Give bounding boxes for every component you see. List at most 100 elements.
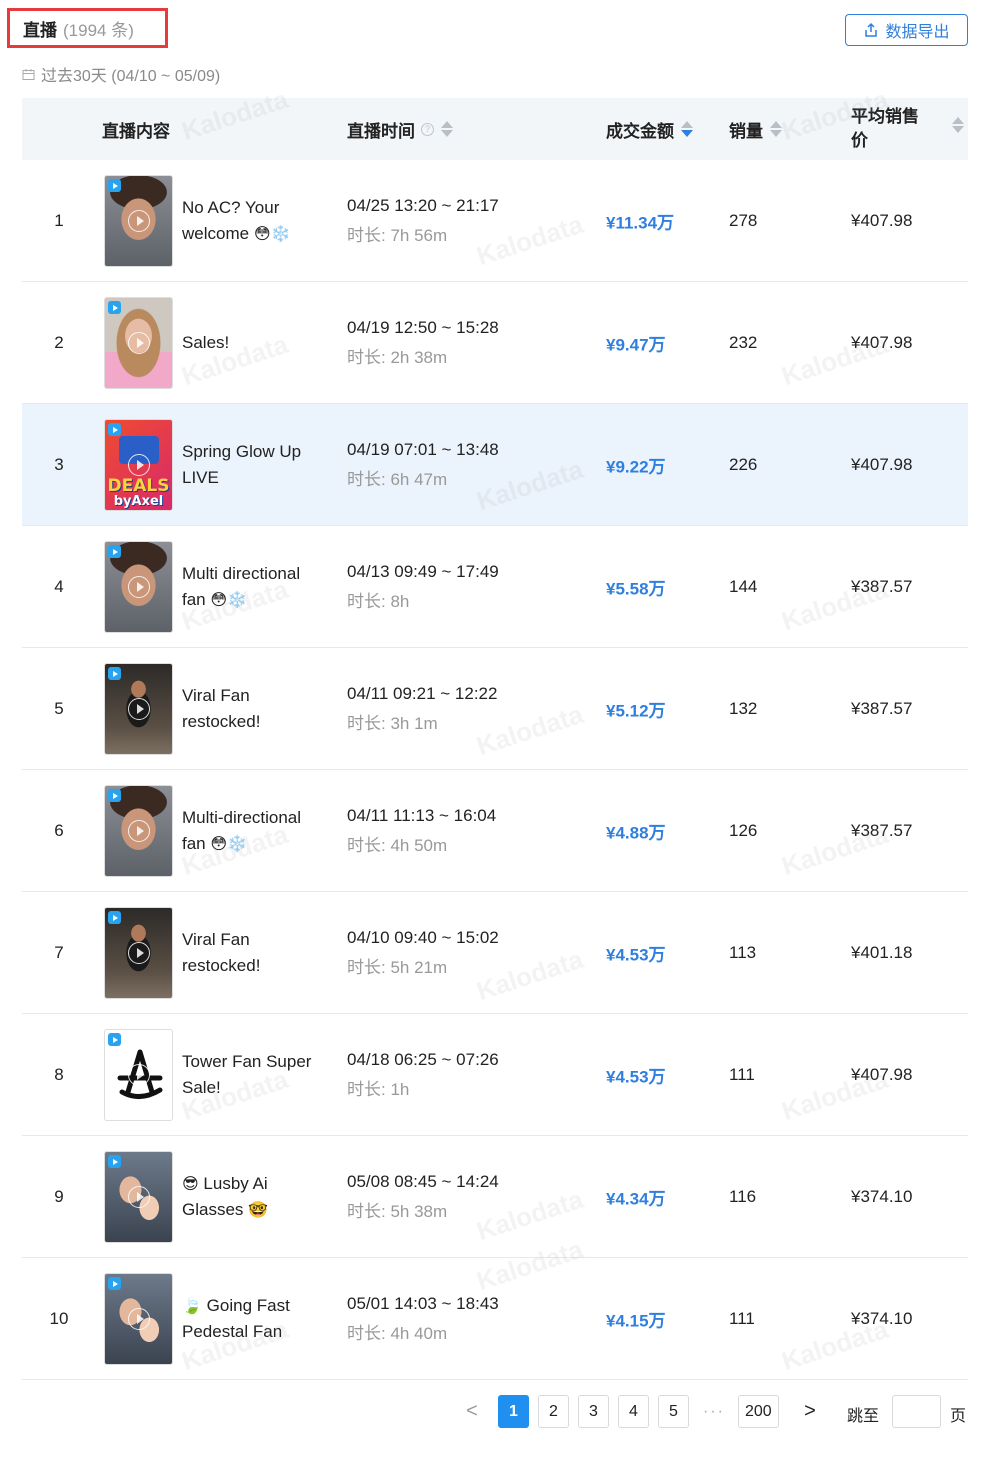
live-thumbnail[interactable]: DEALS byAxel <box>104 419 173 511</box>
gmv-amount[interactable]: ¥4.34万 <box>606 1184 666 1209</box>
column-header-time[interactable]: 直播时间 ? <box>347 117 453 142</box>
live-title[interactable]: 😎 Lusby Ai Glasses 🤓 <box>182 1171 327 1223</box>
gmv-amount[interactable]: ¥9.22万 <box>606 452 666 477</box>
play-icon[interactable] <box>127 942 150 964</box>
live-thumbnail[interactable] <box>104 907 173 999</box>
play-icon[interactable] <box>127 210 150 232</box>
pagination: < 1 2 3 4 5 ··· 200 > 跳至 页 <box>0 1395 986 1429</box>
export-icon <box>865 22 878 37</box>
live-thumbnail[interactable] <box>104 1151 173 1243</box>
gmv-amount[interactable]: ¥11.34万 <box>606 208 674 233</box>
live-badge-icon <box>108 911 121 924</box>
live-title[interactable]: Sales! <box>182 330 327 356</box>
table-row[interactable]: 7 Viral Fan restocked! 04/10 09:40 ~ 15:02… <box>22 892 968 1014</box>
table-row[interactable]: 6 Multi-directional fan 😳❄️ 04/11 11:13 ~ … <box>22 770 968 892</box>
live-thumbnail[interactable] <box>104 663 173 755</box>
live-time: 04/19 12:50 ~ 15:28 时长: 2h 38m <box>347 313 499 373</box>
page-ellipsis[interactable]: ··· <box>703 1395 725 1428</box>
live-title[interactable]: Viral Fan restocked! <box>182 683 327 735</box>
gmv-amount[interactable]: ¥4.53万 <box>606 940 666 965</box>
sort-icon[interactable] <box>770 121 782 137</box>
gmv-amount[interactable]: ¥9.47万 <box>606 330 666 355</box>
title-emoji: 😳❄️ <box>253 223 291 243</box>
jump-page-input[interactable] <box>892 1395 941 1428</box>
live-title-text: Tower Fan Super Sale! <box>182 1051 312 1097</box>
sort-icon[interactable] <box>952 117 964 133</box>
live-title-text: Spring Glow Up LIVE <box>182 441 302 487</box>
table-row[interactable]: 8 Tower Fan Super Sale! 04/18 06:25 ~ 07:2… <box>22 1014 968 1136</box>
sort-icon[interactable] <box>441 121 453 137</box>
sort-desc-icon[interactable] <box>681 121 693 137</box>
sales-count: 113 <box>729 942 757 962</box>
live-thumbnail[interactable] <box>104 541 173 633</box>
date-range-text: 过去30天 (04/10 ~ 05/09) <box>41 68 221 85</box>
live-thumbnail[interactable] <box>104 1029 173 1121</box>
play-icon[interactable] <box>127 698 150 720</box>
help-icon[interactable]: ? <box>421 122 434 136</box>
column-header-sales[interactable]: 销量 <box>729 117 782 142</box>
export-data-button[interactable]: 数据导出 <box>845 14 968 46</box>
duration: 时长: 4h 40m <box>347 1323 448 1343</box>
avg-price: ¥407.98 <box>851 454 913 474</box>
live-thumbnail[interactable] <box>104 175 173 267</box>
live-title[interactable]: Multi directional fan 😳❄️ <box>182 561 327 613</box>
column-header-avg-price[interactable]: 平均销售价 <box>851 105 964 153</box>
page-5[interactable]: 5 <box>658 1395 689 1428</box>
live-thumbnail[interactable] <box>104 297 173 389</box>
row-rank: 4 <box>54 576 64 596</box>
play-icon[interactable] <box>127 454 150 476</box>
gmv-amount[interactable]: ¥4.88万 <box>606 818 666 843</box>
page-200[interactable]: 200 <box>738 1395 779 1428</box>
page-2[interactable]: 2 <box>538 1395 569 1428</box>
column-header-content: 直播内容 <box>102 121 170 141</box>
gmv-amount[interactable]: ¥5.12万 <box>606 696 666 721</box>
time-range: 04/11 11:13 ~ 16:04 <box>347 805 497 825</box>
table-row[interactable]: 4 Multi directional fan 😳❄️ 04/13 09:49 ~ … <box>22 526 968 648</box>
play-icon[interactable] <box>127 820 150 842</box>
live-title[interactable]: Tower Fan Super Sale! <box>182 1049 327 1101</box>
live-title[interactable]: 🍃 Going Fast Pedestal Fan <box>182 1293 327 1345</box>
jump-to-label: 跳至 <box>847 1408 880 1425</box>
page-4[interactable]: 4 <box>618 1395 649 1428</box>
prev-page-icon[interactable]: < <box>462 1395 482 1428</box>
table-row[interactable]: 10 🍃 Going Fast Pedestal Fan 05/01 14:03 ~… <box>22 1258 968 1380</box>
live-time: 05/08 08:45 ~ 14:24 时长: 5h 38m <box>347 1167 499 1227</box>
live-time: 04/19 07:01 ~ 13:48 时长: 6h 47m <box>347 435 499 495</box>
live-thumbnail[interactable] <box>104 1273 173 1365</box>
play-icon[interactable] <box>127 1308 150 1330</box>
column-header-amount[interactable]: 成交金额 <box>606 117 693 142</box>
live-title[interactable]: Multi-directional fan 😳❄️ <box>182 805 327 857</box>
table-row[interactable]: 1 No AC? Your welcome 😳❄️ 04/25 13:20 ~ 21… <box>22 160 968 282</box>
gmv-amount[interactable]: ¥4.15万 <box>606 1306 666 1331</box>
live-title[interactable]: Spring Glow Up LIVE <box>182 439 327 491</box>
duration: 时长: 6h 47m <box>347 469 448 489</box>
row-rank: 5 <box>54 698 64 718</box>
page-1[interactable]: 1 <box>498 1395 529 1428</box>
live-title-text: Viral Fan restocked! <box>182 929 261 975</box>
table-row[interactable]: 9 😎 Lusby Ai Glasses 🤓 05/08 08:45 ~ 14:24… <box>22 1136 968 1258</box>
play-icon[interactable] <box>127 1186 150 1208</box>
table-row[interactable]: 5 Viral Fan restocked! 04/11 09:21 ~ 12:22… <box>22 648 968 770</box>
duration: 时长: 7h 56m <box>347 225 448 245</box>
table-row[interactable]: 2 Sales! 04/19 12:50 ~ 15:28 时长: 2h 38m ¥9.4… <box>22 282 968 404</box>
time-range: 04/25 13:20 ~ 21:17 <box>347 195 499 215</box>
table-header: 直播内容 直播时间 ? 成交金额 销量 平均销售价 <box>22 98 968 160</box>
page-3[interactable]: 3 <box>578 1395 609 1428</box>
gmv-amount[interactable]: ¥4.53万 <box>606 1062 666 1087</box>
avg-price: ¥374.10 <box>851 1186 913 1206</box>
time-range: 04/19 12:50 ~ 15:28 <box>347 317 499 337</box>
play-icon[interactable] <box>127 576 150 598</box>
title-emoji: 🍃 <box>182 1295 202 1315</box>
play-icon[interactable] <box>127 1064 150 1086</box>
sales-count: 278 <box>729 210 758 230</box>
live-title[interactable]: Viral Fan restocked! <box>182 927 327 979</box>
duration: 时长: 2h 38m <box>347 347 448 367</box>
play-icon[interactable] <box>127 332 150 354</box>
gmv-amount[interactable]: ¥5.58万 <box>606 574 666 599</box>
table-row[interactable]: 3 DEALS byAxel Spring Glow Up LIVE 04/19 07:… <box>22 404 968 526</box>
next-page-icon[interactable]: > <box>800 1395 820 1428</box>
live-title[interactable]: No AC? Your welcome 😳❄️ <box>182 195 327 247</box>
live-table: 直播内容 直播时间 ? 成交金额 销量 平均销售价 1 No AC? Your w… <box>22 98 968 1380</box>
live-thumbnail[interactable] <box>104 785 173 877</box>
sales-count: 232 <box>729 332 758 352</box>
